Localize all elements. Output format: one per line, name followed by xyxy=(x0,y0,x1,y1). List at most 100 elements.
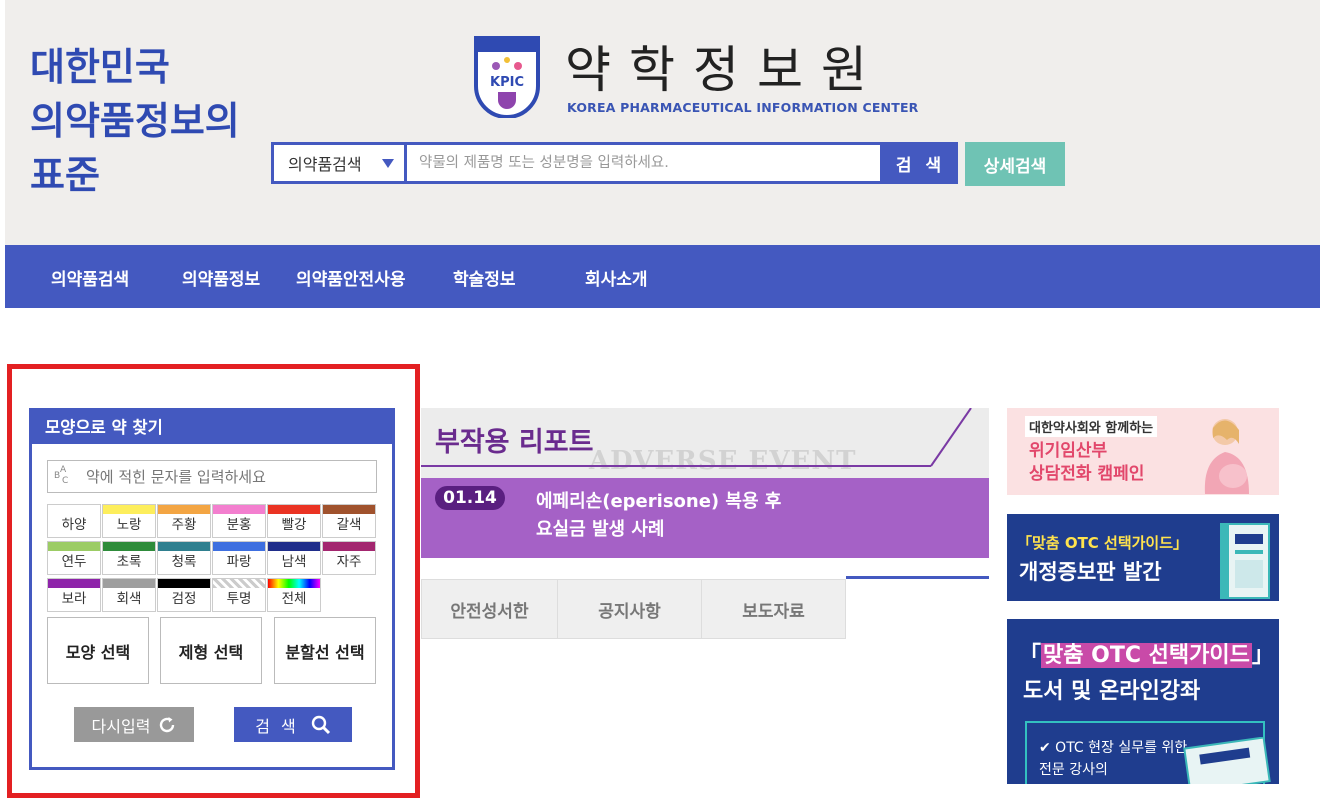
color-swatch xyxy=(268,579,320,588)
color-option[interactable]: 초록 xyxy=(102,541,156,575)
ad3-text-line-1: ✔ OTC 현장 실무를 위한 xyxy=(1039,740,1188,756)
color-swatch xyxy=(213,579,265,588)
color-label: 남색 xyxy=(281,554,307,570)
main-search-box: 의약품검색 xyxy=(271,142,883,184)
shape-search-button[interactable]: 검 색 xyxy=(234,707,352,742)
ad1-line-1: 위기임산부 xyxy=(1029,441,1108,461)
kpic-logo-icon[interactable]: KPIC xyxy=(472,36,542,118)
color-label: 검정 xyxy=(171,591,197,607)
reset-label: 다시입력 xyxy=(91,716,151,736)
color-label: 초록 xyxy=(116,554,142,570)
color-label: 주황 xyxy=(171,517,197,533)
slogan-line-3: 표준 xyxy=(30,153,100,197)
site-header: 대한민국 의약품정보의 표준 KPIC 약학정보원 KOREA PHARMACE… xyxy=(5,0,1320,245)
color-option[interactable]: 연두 xyxy=(47,541,101,575)
form-select-button[interactable]: 제형 선택 xyxy=(160,617,262,684)
ad2-line-2: 개정증보판 발간 xyxy=(1019,560,1162,584)
ad-pregnancy-campaign[interactable]: 대한약사회와 함께하는 위기임산부 상담전화 캠페인 xyxy=(1007,408,1279,495)
color-swatch xyxy=(213,542,265,551)
slogan-line-2: 의약품정보의 xyxy=(30,99,240,143)
color-option[interactable]: 자주 xyxy=(322,541,376,575)
color-option[interactable]: 노랑 xyxy=(102,504,156,538)
logo-title[interactable]: 약학정보원 xyxy=(565,30,885,102)
abc-icon: ABC xyxy=(54,464,69,486)
tab-press[interactable]: 보도자료 xyxy=(701,579,846,639)
imprint-input[interactable]: ABC 약에 적힌 문자를 입력하세요 xyxy=(47,460,377,493)
ad2-line-1: 「맞춤 OTC 선택가이드」 xyxy=(1017,534,1189,552)
search-button[interactable]: 검 색 xyxy=(883,142,958,184)
ad1-line-2: 상담전화 캠페인 xyxy=(1029,464,1145,484)
scoreline-select-button[interactable]: 분할선 선택 xyxy=(274,617,376,684)
color-option[interactable]: 검정 xyxy=(157,578,211,612)
color-swatch xyxy=(48,505,100,514)
banner-text-line-2: 요실금 발생 사례 xyxy=(536,519,665,540)
color-label: 청록 xyxy=(171,554,197,570)
color-label: 투명 xyxy=(226,591,252,607)
nav-item-academic[interactable]: 학술정보 xyxy=(453,265,516,290)
color-option[interactable]: 분홍 xyxy=(212,504,266,538)
search-category-select[interactable]: 의약품검색 xyxy=(274,145,407,181)
pregnant-woman-icon xyxy=(1204,419,1249,494)
tab-notice[interactable]: 공지사항 xyxy=(557,579,702,639)
shape-search-title: 모양으로 약 찾기 xyxy=(32,411,392,444)
detail-search-button[interactable]: 상세검색 xyxy=(965,142,1065,186)
color-option[interactable]: 전체 xyxy=(267,578,321,612)
ad3-line-1: 「맞춤 OTC 선택가이드」 xyxy=(1019,643,1274,668)
ad3-text-line-2: 전문 강사의 xyxy=(1039,762,1108,778)
color-option[interactable]: 투명 xyxy=(212,578,266,612)
refresh-icon xyxy=(160,716,175,732)
adverse-event-banner[interactable]: ADVERSE EVENT REPORT 부작용 리포트 01.14 에페리손(… xyxy=(421,408,989,558)
color-option[interactable]: 청록 xyxy=(157,541,211,575)
color-option[interactable]: 하양 xyxy=(47,504,101,538)
color-option[interactable]: 보라 xyxy=(47,578,101,612)
page-root: 대한민국 의약품정보의 표준 KPIC 약학정보원 KOREA PHARMACE… xyxy=(0,0,1320,800)
ad3-highlight: 맞춤 OTC 선택가이드 xyxy=(1041,643,1252,668)
color-option[interactable]: 빨강 xyxy=(267,504,321,538)
ad-otc-guide-course[interactable]: 「맞춤 OTC 선택가이드」 도서 및 온라인강좌 ✔ OTC 현장 실무를 위… xyxy=(1007,619,1279,784)
shape-search-panel: 모양으로 약 찾기 ABC 약에 적힌 문자를 입력하세요 하양 노랑 주황 분홍 빨강… xyxy=(29,408,395,770)
header-slogan: 대한민국 의약품정보의 표준 xyxy=(30,40,240,202)
logo-subtitle: KOREA PHARMACEUTICAL INFORMATION CENTER xyxy=(567,100,919,115)
ad-otc-guide-revised[interactable]: 「맞춤 OTC 선택가이드」 개정증보판 발간 xyxy=(1007,514,1279,601)
color-option[interactable]: 남색 xyxy=(267,541,321,575)
shape-select-button[interactable]: 모양 선택 xyxy=(47,617,149,684)
color-swatch xyxy=(323,505,375,514)
color-label: 연두 xyxy=(61,554,87,570)
search-input[interactable] xyxy=(407,145,880,181)
color-swatch xyxy=(158,542,210,551)
color-swatch xyxy=(158,579,210,588)
color-swatch xyxy=(103,505,155,514)
color-label: 분홍 xyxy=(226,517,252,533)
color-label: 자주 xyxy=(336,554,362,570)
reset-button[interactable]: 다시입력 xyxy=(74,707,194,742)
shape-search-label: 검 색 xyxy=(255,716,299,736)
color-swatch xyxy=(48,542,100,551)
color-option[interactable]: 파랑 xyxy=(212,541,266,575)
color-label: 하양 xyxy=(61,517,87,533)
color-option[interactable]: 주황 xyxy=(157,504,211,538)
nav-item-drug-safety[interactable]: 의약품안전사용 xyxy=(296,265,405,290)
tab-safety-letter[interactable]: 안전성서한 xyxy=(421,579,558,639)
book-icon xyxy=(1220,523,1270,599)
color-swatch xyxy=(103,542,155,551)
nav-item-drug-search[interactable]: 의약품검색 xyxy=(51,265,129,290)
magnifier-icon xyxy=(311,715,330,734)
banner-date-badge: 01.14 xyxy=(435,486,505,510)
color-label: 전체 xyxy=(281,591,307,607)
color-label: 회색 xyxy=(116,591,142,607)
color-label: 노랑 xyxy=(116,517,142,533)
search-category-value: 의약품검색 xyxy=(288,155,362,174)
main-nav: 의약품검색 의약품정보 의약품안전사용 학술정보 회사소개 xyxy=(5,245,1320,308)
nav-item-drug-info[interactable]: 의약품정보 xyxy=(182,265,260,290)
color-option[interactable]: 회색 xyxy=(102,578,156,612)
tabs-active-line xyxy=(846,576,989,579)
nav-item-company[interactable]: 회사소개 xyxy=(585,265,648,290)
color-swatch xyxy=(103,579,155,588)
color-swatch xyxy=(48,579,100,588)
slogan-line-1: 대한민국 xyxy=(30,45,170,89)
color-swatch xyxy=(158,505,210,514)
color-option[interactable]: 갈색 xyxy=(322,504,376,538)
chevron-down-icon xyxy=(382,159,394,168)
imprint-placeholder: 약에 적힌 문자를 입력하세요 xyxy=(86,468,266,486)
ad1-tag: 대한약사회와 함께하는 xyxy=(1025,416,1158,437)
